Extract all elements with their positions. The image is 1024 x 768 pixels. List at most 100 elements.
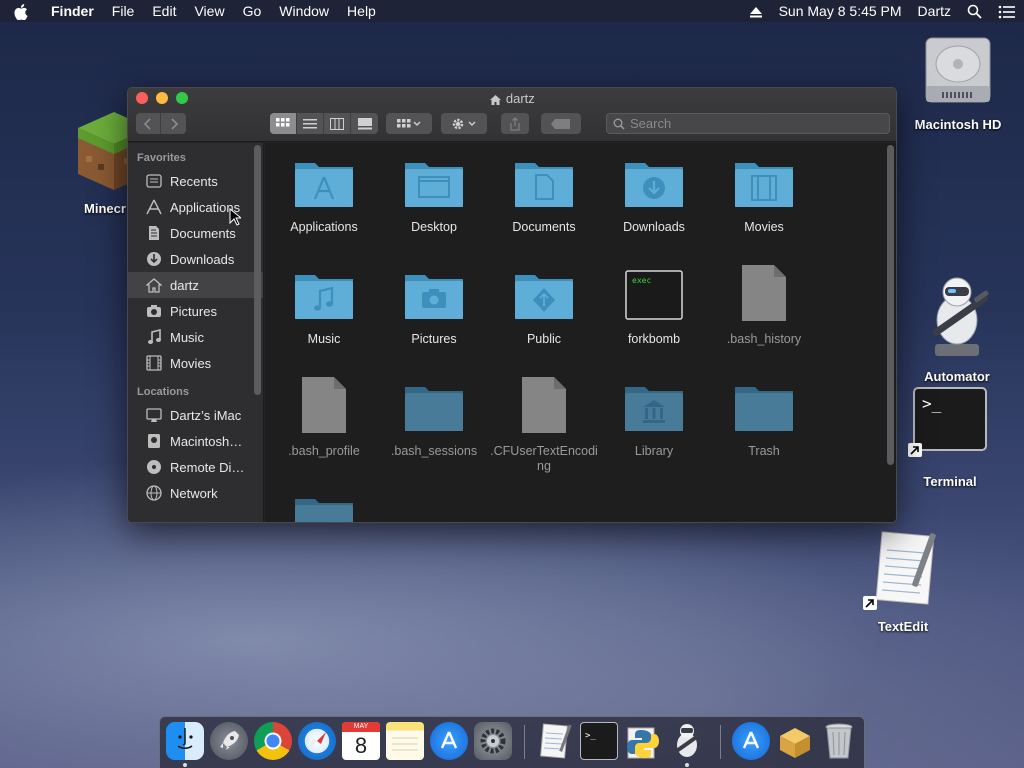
remote-disc-icon (145, 458, 163, 476)
back-button[interactable] (136, 113, 161, 134)
file-item-movies[interactable]: Movies (709, 157, 819, 235)
desktop-macintosh-hd-label: Macintosh HD (914, 117, 1002, 132)
hard-drive-icon (925, 37, 991, 103)
file-item-downloads[interactable]: Downloads (599, 157, 709, 235)
desktop-textedit-label: TextEdit (877, 619, 929, 634)
file-item-music[interactable]: Music (269, 269, 379, 347)
sidebar-scrollbar[interactable] (254, 145, 261, 395)
sidebar-item-downloads[interactable]: Downloads (128, 246, 263, 272)
action-menu-button[interactable] (441, 113, 487, 134)
desktop-automator-label: Automator (924, 369, 990, 384)
gallery-icon (357, 117, 372, 129)
file-item-label: Downloads (623, 220, 685, 234)
sidebar-item-remote-disc[interactable]: Remote Di… (128, 454, 263, 480)
menu-user[interactable]: Dartz (910, 3, 959, 19)
dock-terminal[interactable]: >_ (580, 722, 618, 760)
sidebar-item-documents[interactable]: Documents (128, 220, 263, 246)
dock-chrome[interactable] (254, 722, 292, 760)
file-item-desktop[interactable]: Desktop (379, 157, 489, 235)
desktop-automator[interactable]: Automator (907, 272, 1007, 384)
sidebar-item-music[interactable]: Music (128, 324, 263, 350)
file-item-label: Public (526, 332, 562, 346)
sidebar-item-movies[interactable]: Movies (128, 350, 263, 376)
folder-public-icon (515, 275, 573, 319)
dock-launchpad[interactable] (210, 722, 248, 760)
menu-app-finder[interactable]: Finder (42, 3, 103, 19)
file-item-documents[interactable]: Documents (489, 157, 599, 235)
menu-help[interactable]: Help (338, 3, 385, 19)
desktop-terminal[interactable]: >_ Terminal (900, 387, 1000, 489)
folder-library-icon (625, 387, 683, 431)
compass-icon (308, 732, 326, 750)
apple-menu-icon[interactable] (0, 2, 42, 20)
dock-textedit[interactable] (536, 722, 574, 760)
dock-finder[interactable] (166, 722, 204, 760)
sidebar-item-recents[interactable]: Recents (128, 168, 263, 194)
file-item-bash-profile[interactable]: .bash_profile (269, 375, 379, 459)
dock-downloads-stack[interactable] (776, 722, 814, 760)
documents-icon (145, 224, 163, 242)
sidebar-item-imac[interactable]: Dartz’s iMac (128, 402, 263, 428)
menu-go[interactable]: Go (234, 3, 271, 19)
file-item-partial[interactable] (269, 493, 379, 522)
group-by-button[interactable] (386, 113, 432, 134)
dock-safari[interactable] (298, 722, 336, 760)
folder-downloads-icon (625, 163, 683, 207)
file-item-label: Applications (290, 220, 358, 234)
file-item-pictures[interactable]: Pictures (379, 269, 489, 347)
menu-window[interactable]: Window (270, 3, 338, 19)
notification-center-icon[interactable] (990, 3, 1024, 19)
menu-clock[interactable]: Sun May 8 5:45 PM (771, 3, 910, 19)
pictures-icon (145, 302, 163, 320)
window-title-text: dartz (505, 91, 535, 106)
dock-automator[interactable] (668, 722, 706, 760)
music-icon (145, 328, 163, 346)
desktop-macintosh-hd[interactable]: Macintosh HD (908, 32, 1008, 132)
file-item-bash-sessions[interactable]: .bash_sessions (379, 381, 489, 459)
desktop-textedit[interactable]: TextEdit (853, 528, 953, 634)
exec-label: exec (632, 276, 651, 285)
menu-view[interactable]: View (185, 3, 233, 19)
content-scrollbar[interactable] (887, 145, 894, 465)
package-box-icon (780, 728, 810, 758)
search-input[interactable] (630, 116, 860, 131)
spotlight-search-icon[interactable] (959, 3, 990, 20)
file-item-public[interactable]: Public (489, 269, 599, 347)
file-item-label: Library (634, 444, 674, 458)
dock-trash[interactable] (820, 722, 858, 760)
file-item-label: Trash (748, 444, 780, 458)
dock-app-store[interactable] (430, 722, 468, 760)
search-field[interactable] (606, 113, 890, 134)
sidebar-item-applications[interactable]: Applications (128, 194, 263, 220)
sidebar-item-label: Downloads (170, 251, 235, 267)
share-button[interactable] (501, 113, 529, 134)
file-item-applications[interactable]: Applications (269, 157, 379, 235)
tags-button[interactable] (541, 113, 581, 134)
file-item-library[interactable]: Library (599, 381, 709, 459)
finder-titlebar[interactable]: dartz (128, 88, 896, 142)
folder-music-icon (295, 275, 353, 319)
file-item-cfusertextencoding[interactable]: .CFUserTextEncoding (489, 375, 599, 474)
dock-notes[interactable] (386, 722, 424, 760)
file-item-bash-history[interactable]: .bash_history (709, 265, 819, 347)
column-view-button[interactable] (324, 113, 351, 134)
eject-icon[interactable] (741, 3, 771, 19)
sidebar-item-network[interactable]: Network (128, 480, 263, 506)
forward-button[interactable] (161, 113, 186, 134)
list-view-button[interactable] (297, 113, 324, 134)
dock-applications-stack[interactable] (732, 722, 770, 760)
gallery-view-button[interactable] (351, 113, 378, 134)
dock-system-preferences[interactable] (474, 722, 512, 760)
sidebar-item-macintosh[interactable]: Macintosh… (128, 428, 263, 454)
file-item-forkbomb[interactable]: exec forkbomb (599, 269, 709, 347)
dock-python-launcher[interactable] (624, 722, 662, 760)
menu-edit[interactable]: Edit (143, 3, 185, 19)
menu-file[interactable]: File (103, 3, 144, 19)
dock: MAY 8 >_ (159, 716, 865, 768)
sidebar-item-pictures[interactable]: Pictures (128, 298, 263, 324)
dock-calendar[interactable]: MAY 8 (342, 722, 380, 760)
sidebar-item-dartz[interactable]: dartz (128, 272, 263, 298)
sidebar-item-label: Recents (170, 173, 218, 189)
file-item-trash[interactable]: Trash (709, 381, 819, 459)
icon-view-button[interactable] (270, 113, 297, 134)
